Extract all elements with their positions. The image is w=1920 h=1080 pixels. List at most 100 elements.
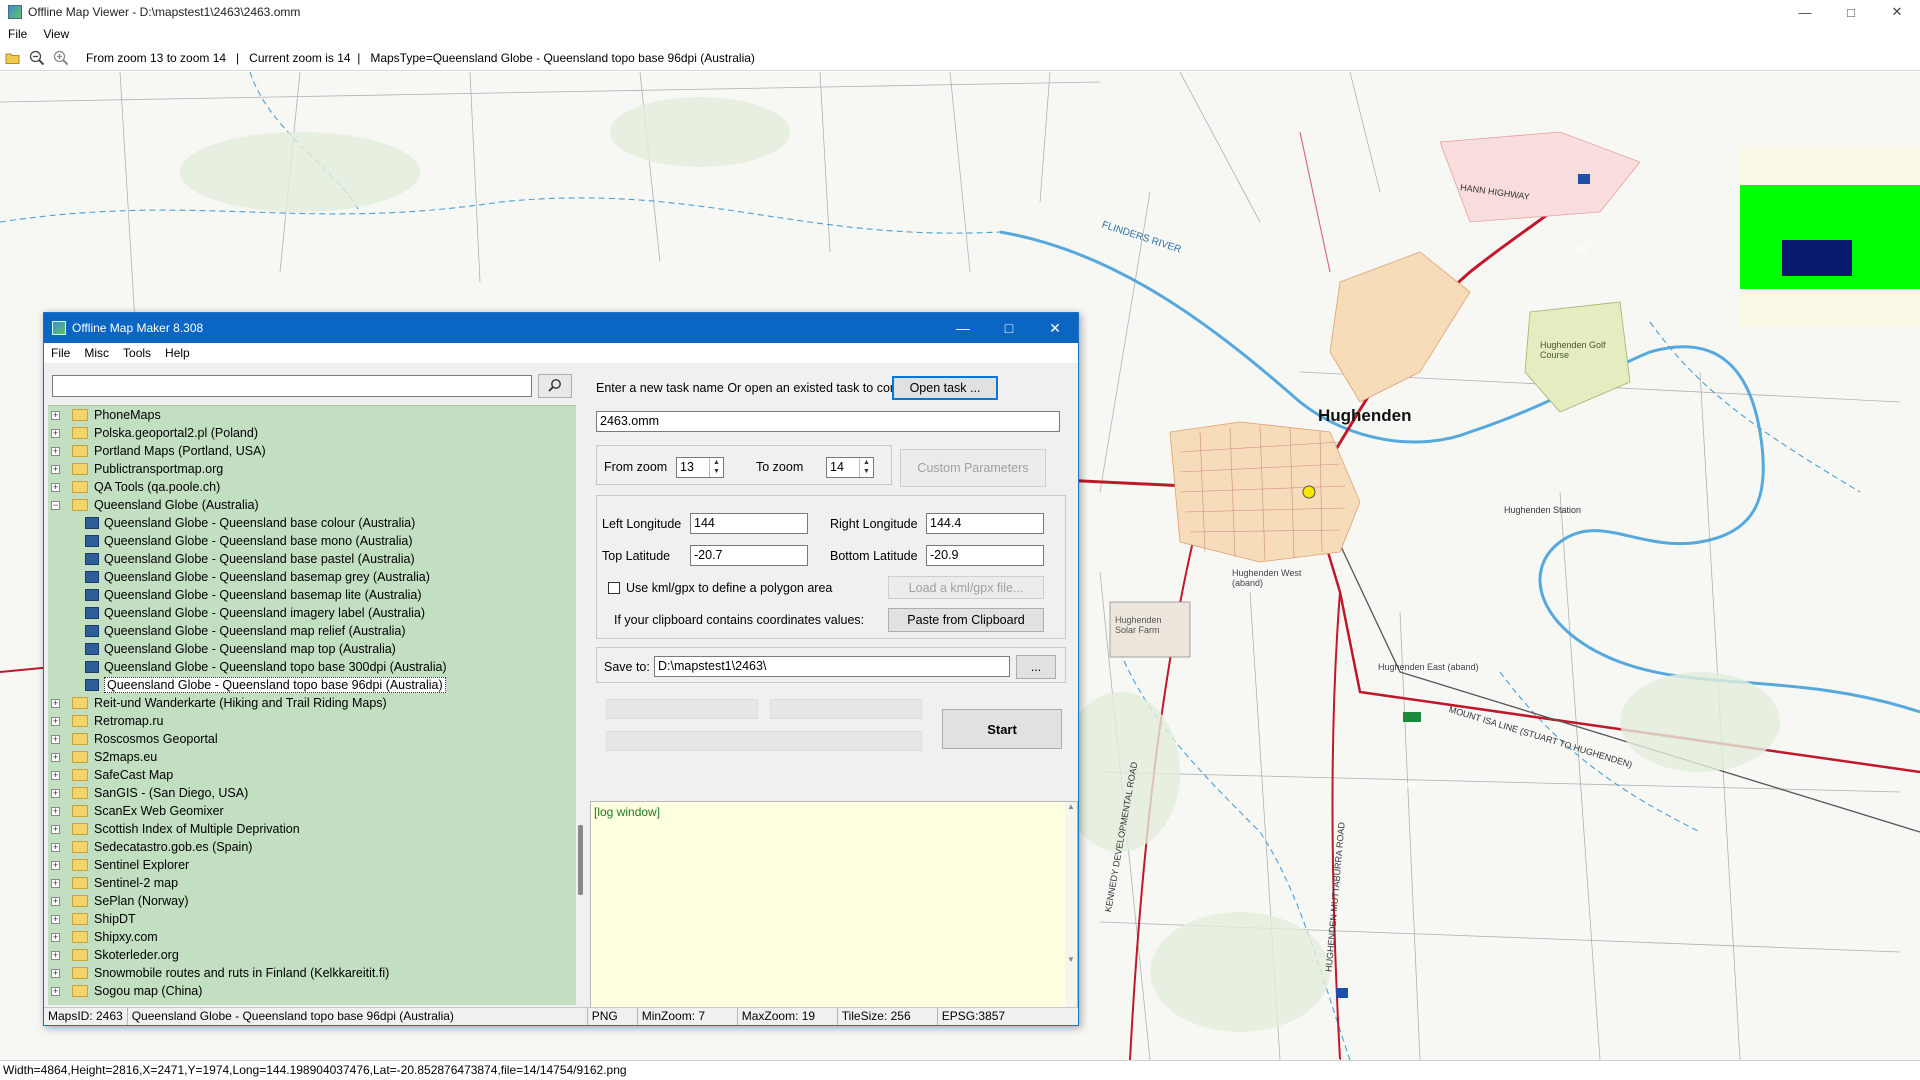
expand-icon[interactable]: +: [51, 734, 60, 744]
dialog-minimize-button[interactable]: —: [940, 313, 986, 343]
open-folder-icon[interactable]: [2, 48, 24, 68]
to-zoom-arrows[interactable]: ▲ ▼: [859, 458, 873, 477]
dialog-menu-file[interactable]: File: [44, 346, 77, 360]
expand-icon[interactable]: +: [51, 464, 60, 474]
to-zoom-stepper[interactable]: 14 ▲ ▼: [826, 457, 874, 478]
open-task-button[interactable]: Open task ...: [892, 376, 998, 400]
expand-icon[interactable]: +: [51, 788, 60, 798]
tree-map-row[interactable]: Queensland Globe - Queensland topo base …: [48, 658, 576, 676]
dialog-close-button[interactable]: ✕: [1032, 313, 1078, 343]
browse-button[interactable]: ...: [1016, 655, 1056, 679]
expand-icon[interactable]: +: [51, 986, 60, 996]
dialog-maximize-button[interactable]: □: [986, 313, 1032, 343]
dialog-menu-tools[interactable]: Tools: [116, 346, 158, 360]
map-search-input[interactable]: [52, 375, 532, 397]
expand-icon[interactable]: +: [51, 806, 60, 816]
tree-folder-row[interactable]: + Publictransportmap.org: [48, 460, 576, 478]
log-scrollbar[interactable]: ▲ ▼: [1065, 802, 1077, 1018]
expand-icon[interactable]: +: [51, 932, 60, 942]
tree-folder-row[interactable]: + Portland Maps (Portland, USA): [48, 442, 576, 460]
expand-icon[interactable]: +: [51, 824, 60, 834]
start-button[interactable]: Start: [942, 709, 1062, 749]
tree-folder-row[interactable]: + Retromap.ru: [48, 712, 576, 730]
tree-folder-row[interactable]: + Sentinel Explorer: [48, 856, 576, 874]
tree-folder-row[interactable]: + Sentinel-2 map: [48, 874, 576, 892]
tree-map-row[interactable]: Queensland Globe - Queensland topo base …: [48, 676, 576, 694]
search-button[interactable]: [538, 374, 572, 398]
custom-parameters-button[interactable]: Custom Parameters: [900, 449, 1046, 487]
expand-icon[interactable]: +: [51, 698, 60, 708]
expand-icon[interactable]: +: [51, 770, 60, 780]
right-longitude-field[interactable]: 144.4: [926, 513, 1044, 534]
expand-icon[interactable]: +: [51, 878, 60, 888]
close-button[interactable]: ✕: [1874, 0, 1920, 24]
expand-icon[interactable]: +: [51, 842, 60, 852]
tree-folder-row[interactable]: + QA Tools (qa.poole.ch): [48, 478, 576, 496]
bottom-latitude-field[interactable]: -20.9: [926, 545, 1044, 566]
tree-folder-row[interactable]: + SafeCast Map: [48, 766, 576, 784]
zoom-in-icon[interactable]: [50, 48, 72, 68]
tree-item-label: Sentinel Explorer: [94, 858, 190, 872]
tree-map-row[interactable]: Queensland Globe - Queensland map top (A…: [48, 640, 576, 658]
tree-folder-row[interactable]: + S2maps.eu: [48, 748, 576, 766]
expand-icon[interactable]: +: [51, 752, 60, 762]
overview-viewport[interactable]: [1782, 240, 1852, 276]
top-latitude-field[interactable]: -20.7: [690, 545, 808, 566]
tree-folder-row[interactable]: + Reit-und Wanderkarte (Hiking and Trail …: [48, 694, 576, 712]
expand-icon[interactable]: +: [51, 968, 60, 978]
tree-folder-row[interactable]: + Sedecatastro.gob.es (Spain): [48, 838, 576, 856]
from-zoom-stepper[interactable]: 13 ▲ ▼: [676, 457, 724, 478]
minimize-button[interactable]: —: [1782, 0, 1828, 24]
tree-map-row[interactable]: Queensland Globe - Queensland basemap gr…: [48, 568, 576, 586]
expand-icon[interactable]: +: [51, 914, 60, 924]
tree-folder-row[interactable]: + Sogou map (China): [48, 982, 576, 1000]
kml-checkbox[interactable]: [608, 582, 620, 594]
tree-folder-row[interactable]: + Skoterleder.org: [48, 946, 576, 964]
tree-folder-row[interactable]: + ShipDT: [48, 910, 576, 928]
tree-folder-row[interactable]: + Snowmobile routes and ruts in Finland (…: [48, 964, 576, 982]
overview-minimap[interactable]: [1740, 147, 1920, 327]
paste-clipboard-button[interactable]: Paste from Clipboard: [888, 608, 1044, 632]
dialog-menu-misc[interactable]: Misc: [77, 346, 116, 360]
tree-item-label: ShipDT: [94, 912, 136, 926]
tree-map-row[interactable]: Queensland Globe - Queensland base paste…: [48, 550, 576, 568]
tree-folder-row[interactable]: + SanGIS - (San Diego, USA): [48, 784, 576, 802]
task-name-field[interactable]: 2463.omm: [596, 411, 1060, 432]
tree-folder-row[interactable]: + Scottish Index of Multiple Deprivation: [48, 820, 576, 838]
tree-folder-row[interactable]: − Queensland Globe (Australia): [48, 496, 576, 514]
maximize-button[interactable]: □: [1828, 0, 1874, 24]
tree-map-row[interactable]: Queensland Globe - Queensland map relief…: [48, 622, 576, 640]
collapse-icon[interactable]: −: [51, 500, 60, 510]
expand-icon[interactable]: +: [51, 482, 60, 492]
log-window[interactable]: [log window] ▲ ▼: [590, 801, 1078, 1019]
task-prompt-label: Enter a new task name Or open an existed…: [596, 381, 928, 395]
left-longitude-field[interactable]: 144: [690, 513, 808, 534]
load-kml-button[interactable]: Load a kml/gpx file...: [888, 576, 1044, 599]
expand-icon[interactable]: +: [51, 896, 60, 906]
map-source-tree[interactable]: + PhoneMaps + Polska.geoportal2.pl (Poland)…: [48, 405, 576, 1005]
tree-map-row[interactable]: Queensland Globe - Queensland imagery la…: [48, 604, 576, 622]
menu-view[interactable]: View: [35, 27, 77, 41]
tree-folder-row[interactable]: + SePlan (Norway): [48, 892, 576, 910]
tree-folder-row[interactable]: + Shipxy.com: [48, 928, 576, 946]
expand-icon[interactable]: +: [51, 860, 60, 870]
save-to-field[interactable]: D:\mapstest1\2463\: [654, 656, 1010, 677]
tree-scrollbar[interactable]: [576, 405, 586, 1005]
tree-folder-row[interactable]: + PhoneMaps: [48, 406, 576, 424]
tree-folder-row[interactable]: + Polska.geoportal2.pl (Poland): [48, 424, 576, 442]
tree-scroll-thumb[interactable]: [578, 825, 583, 895]
expand-icon[interactable]: +: [51, 950, 60, 960]
expand-icon[interactable]: +: [51, 428, 60, 438]
zoom-out-icon[interactable]: [26, 48, 48, 68]
expand-icon[interactable]: +: [51, 446, 60, 456]
tree-map-row[interactable]: Queensland Globe - Queensland basemap li…: [48, 586, 576, 604]
from-zoom-arrows[interactable]: ▲ ▼: [709, 458, 723, 477]
tree-folder-row[interactable]: + Roscosmos Geoportal: [48, 730, 576, 748]
expand-icon[interactable]: +: [51, 410, 60, 420]
expand-icon[interactable]: +: [51, 716, 60, 726]
menu-file[interactable]: File: [0, 27, 35, 41]
dialog-menu-help[interactable]: Help: [158, 346, 197, 360]
tree-map-row[interactable]: Queensland Globe - Queensland base mono …: [48, 532, 576, 550]
tree-map-row[interactable]: Queensland Globe - Queensland base colou…: [48, 514, 576, 532]
tree-folder-row[interactable]: + ScanEx Web Geomixer: [48, 802, 576, 820]
